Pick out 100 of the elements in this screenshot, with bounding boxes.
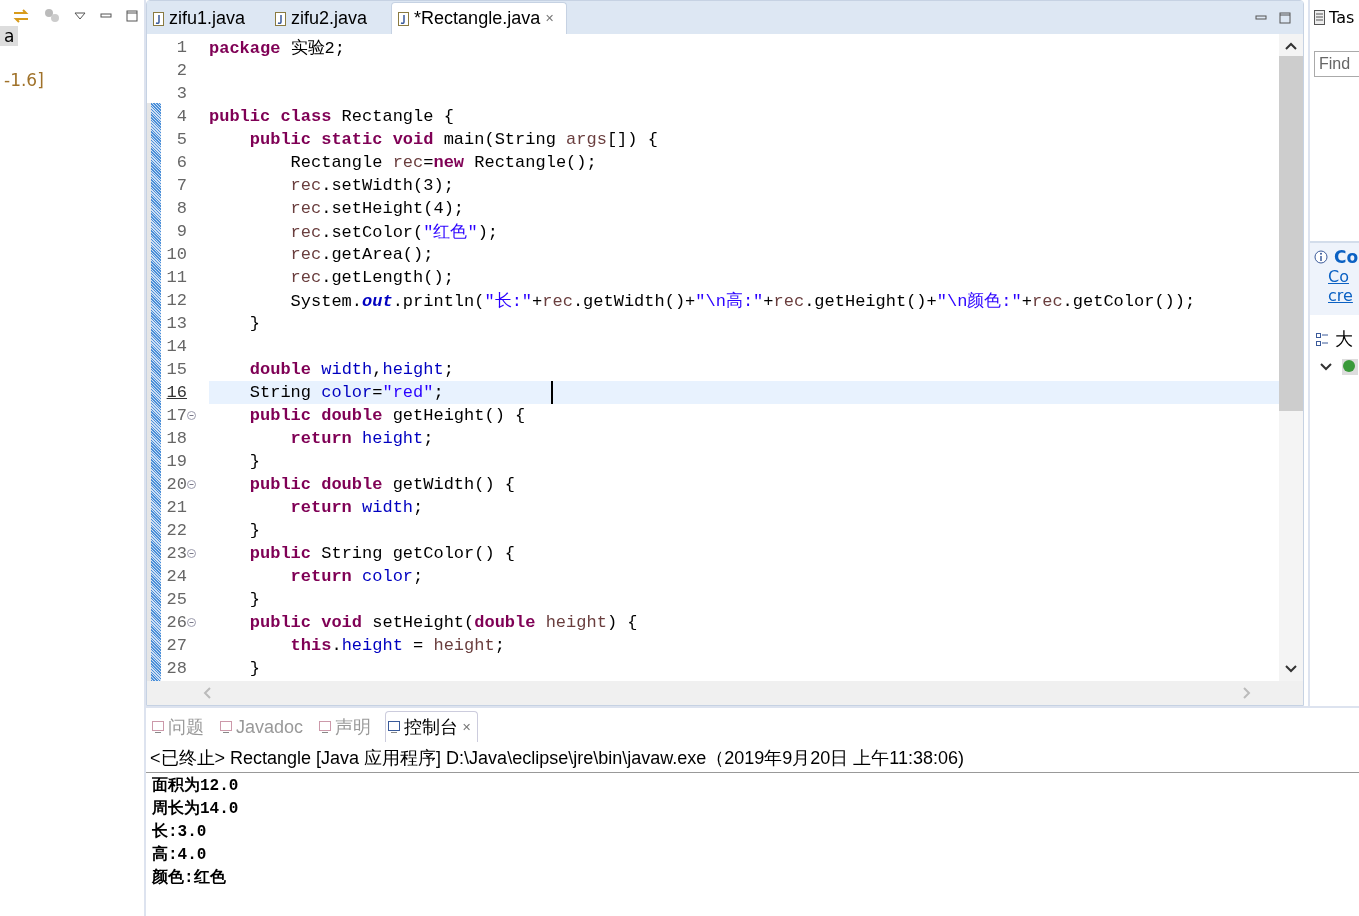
- panel-tab[interactable]: 大: [1335, 327, 1353, 351]
- scroll-up-icon[interactable]: [1285, 42, 1297, 50]
- line-number: 25: [165, 590, 187, 609]
- line-number: 21: [165, 498, 187, 517]
- code-line: public double getWidth() {: [248, 475, 516, 494]
- minimize-icon[interactable]: [100, 11, 112, 21]
- code-line: }: [248, 452, 260, 471]
- java-file-icon: [275, 11, 287, 26]
- link[interactable]: cre: [1328, 286, 1353, 305]
- line-number: 14: [165, 337, 187, 356]
- line-number: 17: [165, 406, 187, 425]
- view-tab[interactable]: 控制台 ✕: [385, 711, 479, 742]
- editor-tab[interactable]: zifu1.java: [147, 3, 258, 34]
- line-number: 28: [165, 659, 187, 678]
- console-output: 颜色:红色: [152, 867, 227, 889]
- find-field[interactable]: Find: [1314, 51, 1359, 77]
- code-line: public double getHeight() {: [248, 406, 526, 425]
- code-line: System.out.println("长:"+rec.getWidth()+"\n高:"+rec.getHeight()+"\n颜色:"+rec.getColor());: [289, 290, 1196, 312]
- java-file-icon: [153, 11, 164, 26]
- console-output: 高:4.0: [152, 844, 208, 866]
- line-number: 15: [165, 360, 187, 379]
- code-line: Rectangle rec=new Rectangle();: [289, 153, 597, 172]
- collapse-icon[interactable]: [187, 549, 196, 558]
- view-icon: [152, 721, 164, 733]
- link-arrows-icon[interactable]: [12, 8, 30, 24]
- collapse-icon[interactable]: [187, 480, 196, 489]
- code-line: public void setHeight(double height) {: [248, 613, 638, 632]
- tree-item[interactable]: -1.6]: [0, 70, 48, 90]
- collapse-icon[interactable]: [187, 411, 196, 420]
- code-line: }: [248, 590, 260, 609]
- line-number: 2: [175, 61, 187, 80]
- vertical-scrollbar[interactable]: [1279, 34, 1303, 681]
- view-tab[interactable]: 声明: [317, 712, 378, 742]
- outline-icon: [1316, 332, 1329, 346]
- scroll-down-icon[interactable]: [1285, 665, 1297, 673]
- console-header: <已终止> Rectangle [Java 应用程序] D:\Java\eclipse\jre\bin\javaw.exe（2019年9月20日 上午11:38:06): [146, 742, 1359, 773]
- code-line: }: [248, 314, 260, 333]
- line-number: 19: [165, 452, 187, 471]
- minimize-icon[interactable]: [1255, 12, 1267, 23]
- view-tab[interactable]: Javadoc: [218, 712, 310, 742]
- expand-icon[interactable]: [1320, 363, 1332, 371]
- code-line: rec.getArea();: [289, 245, 434, 264]
- line-number: 16: [165, 383, 187, 402]
- maximize-icon[interactable]: [1279, 11, 1291, 24]
- line-number: 24: [165, 567, 187, 586]
- link[interactable]: Co: [1328, 267, 1349, 286]
- line-number: 13: [165, 314, 187, 333]
- info-title: Co: [1334, 247, 1359, 267]
- view-icon: [220, 721, 232, 733]
- tree-item[interactable]: a: [0, 26, 19, 46]
- line-number: 12: [165, 291, 187, 310]
- line-number: 23: [165, 544, 187, 563]
- line-number: 27: [165, 636, 187, 655]
- console-output: 长:3.0: [152, 821, 208, 843]
- java-file-icon: [398, 11, 410, 26]
- line-number: 8: [175, 199, 187, 218]
- code-line: rec.setWidth(3);: [289, 176, 454, 195]
- line-number: 26: [165, 613, 187, 632]
- code-line: public static void main(String args[]) {: [248, 130, 658, 149]
- dropdown-icon[interactable]: [74, 11, 86, 21]
- console-output: 面积为12.0: [152, 775, 240, 797]
- line-number: 4: [175, 107, 187, 126]
- view-icon: [388, 721, 401, 733]
- code-line: return height;: [289, 429, 434, 448]
- code-line: }: [248, 659, 260, 678]
- code-line: rec.setColor("红色");: [289, 222, 499, 243]
- task-list-icon: [1314, 10, 1325, 25]
- code-line: rec.setHeight(4);: [289, 199, 465, 218]
- code-line: public class Rectangle {: [209, 107, 454, 126]
- code-line: package 实验2;: [209, 38, 346, 59]
- line-number: 18: [165, 429, 187, 448]
- maximize-icon[interactable]: [126, 10, 138, 22]
- code-line: }: [248, 521, 260, 540]
- collapse-icon[interactable]: [187, 618, 196, 627]
- close-button[interactable]: ✕: [462, 720, 472, 734]
- code-line: rec.getLength();: [289, 268, 454, 287]
- code-line: return color;: [289, 567, 424, 586]
- editor-tab[interactable]: *Rectangle.java ✕: [391, 2, 568, 34]
- view-tab[interactable]: 问题: [150, 712, 210, 742]
- line-number: 1: [175, 38, 187, 57]
- line-number: 11: [165, 268, 187, 287]
- panel-tab[interactable]: Tas: [1329, 8, 1355, 27]
- text-cursor: [551, 381, 553, 404]
- code-line: double width,height;: [248, 360, 454, 379]
- close-button[interactable]: ✕: [545, 12, 555, 25]
- line-number: 7: [175, 176, 187, 195]
- console-output: 周长为14.0: [152, 798, 240, 820]
- line-number: 20: [165, 475, 187, 494]
- info-icon: [1314, 250, 1328, 264]
- code-line: String color="red";: [248, 383, 444, 402]
- editor-tab[interactable]: zifu2.java: [269, 3, 380, 34]
- code-line: public String getColor() {: [248, 544, 516, 563]
- line-number: 22: [165, 521, 187, 540]
- view-icon: [319, 721, 332, 733]
- code-line: return width;: [289, 498, 424, 517]
- code-line: this.height = height;: [289, 636, 505, 655]
- line-number: 5: [175, 130, 187, 149]
- line-number: 10: [165, 245, 187, 264]
- line-number: 9: [175, 222, 187, 241]
- line-number: 6: [175, 153, 187, 172]
